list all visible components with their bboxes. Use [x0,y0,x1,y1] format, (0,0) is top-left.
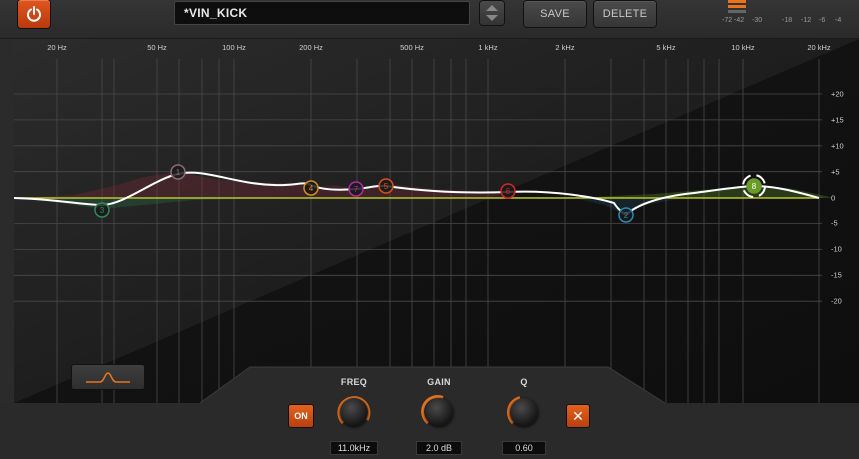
gain-axis-label: +10 [831,141,844,151]
meter-scale-label: -72 [722,17,733,24]
preset-prev-arrow-icon[interactable] [486,5,498,11]
band-node-3[interactable]: 3 [94,202,110,218]
freq-knob[interactable] [336,394,372,430]
gain-axis-label: +20 [831,89,844,99]
band-node-label: 4 [309,184,314,193]
gain-label: GAIN [427,377,451,387]
gain-axis-label: -20 [831,296,842,306]
freq-axis-label: 100 Hz [222,43,246,52]
eq-graph[interactable]: 1 2 3 4 5 6 7 8 20 Hz 50 Hz 100 Hz 200 Hz 500 H… [14,39,859,403]
freq-axis-label: 10 kHz [731,43,755,52]
band-node-1[interactable]: 1 [170,164,186,180]
band-node-label: 7 [354,185,359,194]
band-node-label: 1 [176,168,181,177]
gain-axis-label: 0 [831,193,836,203]
delete-button[interactable]: DELETE [594,1,656,27]
freq-axis-label: 2 kHz [555,43,575,52]
meter-scale-label: -30 [752,17,763,24]
remove-band-button[interactable]: ✕ [567,405,589,427]
band-node-6[interactable]: 6 [500,183,516,199]
gain-axis-label: +5 [831,167,840,177]
meter-bar [728,0,746,3]
q-knob[interactable] [506,394,542,430]
gain-knob[interactable] [421,394,457,430]
freq-knob-cap [340,398,368,426]
preset-navigator [480,1,504,25]
band-node-label: 8 [752,182,757,191]
gain-value[interactable]: 2.0 dB [416,441,462,455]
power-icon [27,6,41,22]
close-icon: ✕ [572,408,584,424]
power-button[interactable] [18,0,50,28]
band-node-2[interactable]: 2 [618,207,634,223]
freq-axis-label: 20 Hz [47,43,67,52]
meter-bar [728,5,746,8]
gain-knob-cap [425,398,453,426]
gain-axis-label: +15 [831,115,844,125]
freq-axis-label: 500 Hz [400,43,424,52]
gain-axis-label: -15 [831,270,842,280]
bell-curve-icon [86,372,130,383]
band-node-label: 3 [100,206,105,215]
band-node-5[interactable]: 5 [378,178,394,194]
freq-label: FREQ [340,377,368,387]
meter-scale-label: -4 [835,17,842,24]
save-button[interactable]: SAVE [524,1,586,27]
band-node-8[interactable]: 8 [742,174,766,198]
q-knob-cap [510,398,538,426]
output-meter: -72 -42 -30 -18 -12 -6 -4 [718,0,859,32]
band-node-label: 6 [506,187,511,196]
meter-scale-label: -42 [734,17,745,24]
band-node-label: 5 [384,182,389,191]
gain-axis-label: -5 [831,218,838,228]
band-on-toggle[interactable]: ON [289,405,313,427]
filter-shape-button[interactable] [72,365,144,389]
band-node-label: 2 [624,211,629,220]
q-value[interactable]: 0.60 [502,441,546,455]
meter-bar [728,10,746,13]
meter-scale-label: -12 [801,17,812,24]
meter-scale-label: -18 [782,17,793,24]
preset-next-arrow-icon[interactable] [486,15,498,21]
freq-axis-label: 1 kHz [478,43,498,52]
gain-axis-label: -10 [831,244,842,254]
eq-graph-canvas[interactable]: 1 2 3 4 5 6 7 8 [14,39,859,403]
preset-name-field[interactable]: *VIN_KICK [174,1,470,25]
freq-axis-label: 20 kHz [807,43,831,52]
q-label: Q [520,377,528,387]
freq-axis-label: 200 Hz [299,43,323,52]
band-node-7[interactable]: 7 [348,181,364,197]
toolbar: *VIN_KICK SAVE DELETE -72 -42 -30 -18 -1… [0,0,859,39]
freq-value[interactable]: 11.0kHz [330,441,378,455]
freq-axis-label: 50 Hz [147,43,167,52]
band-node-4[interactable]: 4 [303,180,319,196]
freq-axis-label: 5 kHz [656,43,676,52]
meter-scale-label: -6 [819,17,826,24]
